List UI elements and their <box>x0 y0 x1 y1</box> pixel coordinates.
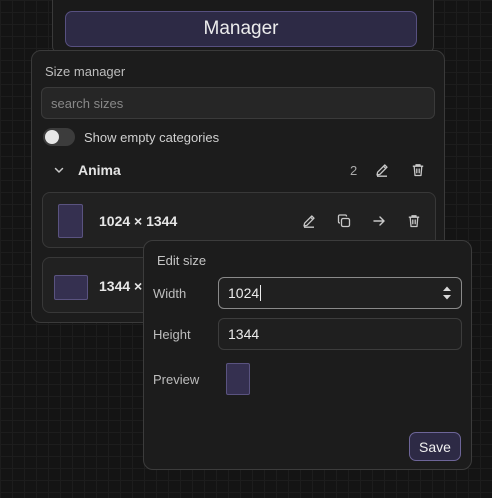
toggle-label: Show empty categories <box>84 129 220 145</box>
save-button[interactable]: Save <box>409 432 461 461</box>
size-item-label: 1344 × <box>99 278 143 294</box>
toggle-knob <box>45 130 59 144</box>
size-thumbnail <box>58 204 83 238</box>
host-node: Manager <box>52 0 434 54</box>
height-value: 1344 <box>228 326 260 342</box>
size-item-label: 1024 × 1344 <box>99 213 178 229</box>
search-input[interactable]: search sizes <box>41 87 435 119</box>
category-header[interactable]: Anima 2 <box>50 159 430 181</box>
panel-title: Size manager <box>45 64 126 79</box>
width-label: Width <box>153 286 187 301</box>
pencil-icon[interactable] <box>300 212 318 230</box>
width-value: 1024 <box>228 285 260 301</box>
width-field[interactable]: 1024 <box>218 277 462 309</box>
search-placeholder: search sizes <box>51 95 124 111</box>
preview-label: Preview <box>153 372 200 387</box>
show-empty-toggle-row: Show empty categories <box>43 127 219 147</box>
height-label: Height <box>153 327 191 342</box>
size-thumbnail <box>54 275 88 300</box>
category-name: Anima <box>78 162 121 178</box>
popup-title: Edit size <box>157 253 207 268</box>
stepper-icon[interactable] <box>442 285 452 301</box>
edit-size-popup: Edit size Width 1024 Height 1344 Preview… <box>143 240 472 470</box>
chevron-down-icon[interactable] <box>50 161 68 179</box>
copy-icon[interactable] <box>335 212 353 230</box>
height-field[interactable]: 1344 <box>218 318 462 350</box>
size-preview <box>226 363 250 395</box>
show-empty-toggle[interactable] <box>43 128 75 146</box>
trash-icon[interactable] <box>409 161 427 179</box>
arrow-right-icon[interactable] <box>370 212 388 230</box>
category-count: 2 <box>350 162 358 178</box>
text-cursor <box>260 285 262 301</box>
manager-button[interactable]: Manager <box>65 11 417 47</box>
trash-icon[interactable] <box>405 212 423 230</box>
pencil-icon[interactable] <box>373 161 391 179</box>
